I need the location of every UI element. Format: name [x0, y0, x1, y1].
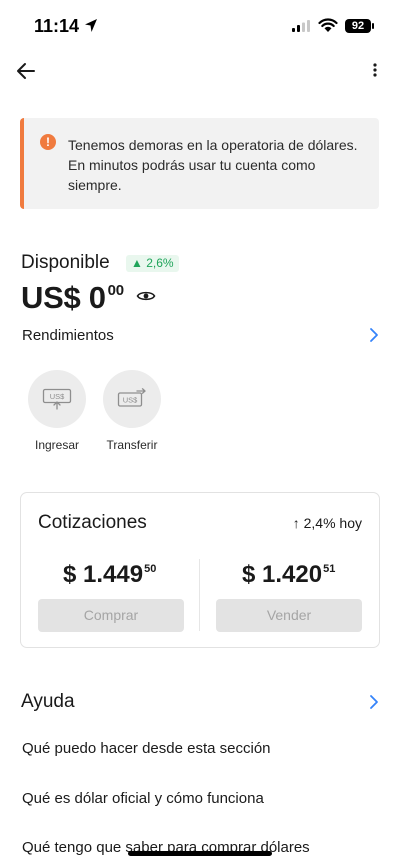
chevron-right-icon[interactable] [368, 694, 380, 710]
balance-label: Disponible [21, 252, 110, 273]
sell-price: $ 1.42051 [242, 561, 335, 589]
balance-change-badge: ▲ 2,6% [126, 255, 179, 272]
quotes-divider [199, 559, 200, 631]
rendimientos-link[interactable]: Rendimientos [22, 327, 114, 344]
delay-alert: ! Tenemos demoras en la operatoria de dó… [20, 118, 379, 209]
wifi-icon [318, 18, 338, 32]
quotes-card: Cotizaciones ↑ 2,4% hoy $ 1.44950 $ 1.42… [20, 492, 380, 648]
exclamation-icon: ! [40, 134, 56, 150]
back-arrow-button[interactable] [14, 59, 38, 83]
transfer-usd-icon[interactable]: US$ [103, 370, 161, 428]
status-bar: 11:14 92 [0, 0, 400, 54]
battery-level: 92 [345, 19, 371, 33]
home-indicator[interactable] [128, 851, 272, 856]
deposit-usd-icon[interactable]: US$ [28, 370, 86, 428]
vender-button[interactable]: Vender [216, 599, 362, 632]
alert-message: Tenemos demoras en la operatoria de dóla… [68, 137, 358, 193]
balance-amount-main: US$ 0 [21, 280, 106, 315]
help-item[interactable]: Qué puedo hacer desde esta sección [22, 740, 271, 757]
location-arrow-icon [85, 19, 97, 32]
transferir-action[interactable]: US$ Transferir [98, 370, 166, 452]
eye-icon[interactable] [136, 289, 156, 303]
chevron-right-icon[interactable] [368, 327, 380, 343]
transferir-label: Transferir [106, 438, 158, 452]
cellular-signal-icon [292, 20, 310, 32]
ingresar-action[interactable]: US$ Ingresar [24, 370, 90, 452]
buy-price-main: $ 1.449 [63, 561, 144, 588]
help-item[interactable]: Qué es dólar oficial y cómo funciona [22, 790, 264, 807]
status-time: 11:14 [34, 16, 80, 36]
quotes-title: Cotizaciones [38, 512, 147, 533]
ingresar-label: Ingresar [34, 438, 80, 452]
svg-text:US$: US$ [50, 392, 65, 401]
more-options-icon[interactable] [366, 59, 384, 83]
sell-price-cents: 51 [323, 563, 336, 575]
buy-price: $ 1.44950 [63, 561, 156, 589]
balance-amount-cents: 00 [107, 282, 124, 299]
quotes-change: ↑ 2,4% hoy [292, 515, 362, 531]
battery-tip [372, 23, 374, 29]
help-title: Ayuda [21, 691, 75, 712]
balance-amount: US$ 0 00 [21, 280, 124, 316]
sell-price-main: $ 1.420 [242, 561, 323, 588]
svg-text:US$: US$ [123, 396, 138, 405]
buy-price-cents: 50 [144, 563, 157, 575]
comprar-button[interactable]: Comprar [38, 599, 184, 632]
